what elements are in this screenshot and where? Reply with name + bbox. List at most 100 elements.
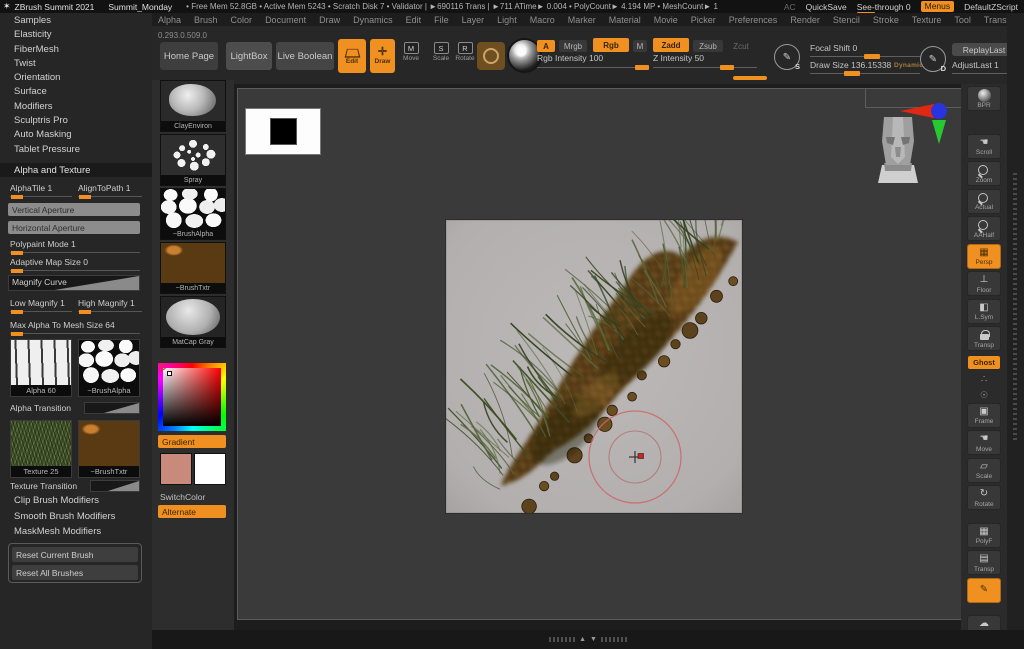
z-intensity-handle[interactable] <box>720 65 734 70</box>
menu-item[interactable]: Material <box>609 15 641 25</box>
shelf-thumbnail[interactable]: Spray <box>160 134 226 186</box>
zcut-toggle[interactable]: Zcut <box>728 40 754 52</box>
right-shelf-button[interactable]: Dynamic <box>964 605 1004 615</box>
menu-item[interactable]: Macro <box>530 15 555 25</box>
alphatile-slider[interactable]: AlphaTile 1 <box>10 183 72 197</box>
palette-section-header[interactable]: Clip Brush Modifiers <box>14 495 115 511</box>
menu-item[interactable]: Stroke <box>873 15 899 25</box>
menu-item[interactable]: Picker <box>691 15 716 25</box>
menu-item[interactable]: Draw <box>319 15 340 25</box>
color-picker[interactable]: C <box>158 363 226 431</box>
menu-item[interactable]: Color <box>231 15 253 25</box>
rgb-toggle[interactable]: Rgb <box>593 38 629 52</box>
right-shelf-button[interactable]: BPR <box>967 86 1001 111</box>
palette-section-header[interactable]: MaskMesh Modifiers <box>14 526 115 542</box>
a-toggle[interactable]: A <box>537 40 555 52</box>
dynamic-draw-size-toggle[interactable]: Dynamic <box>894 62 923 69</box>
alternate-button[interactable]: Alternate <box>158 505 226 518</box>
zadd-toggle[interactable]: Zadd <box>653 38 689 52</box>
palette-section-header[interactable]: Modifiers <box>14 101 80 115</box>
menu-item[interactable]: Movie <box>654 15 678 25</box>
menu-item[interactable]: Dynamics <box>353 15 393 25</box>
right-shelf-button[interactable]: Actual <box>967 189 1001 214</box>
tray-collapse-up[interactable]: ▲ <box>579 636 586 643</box>
right-shelf-button[interactable]: Zoom <box>967 161 1001 186</box>
right-shelf-button[interactable]: SPix 3 <box>967 114 1001 132</box>
right-shelf-button[interactable]: Transp <box>967 326 1001 351</box>
right-shelf-button[interactable]: Move <box>967 430 1001 455</box>
palette-section-header[interactable]: Auto Masking <box>14 129 80 143</box>
zsub-toggle[interactable]: Zsub <box>693 40 723 52</box>
texture-25-thumbnail[interactable]: Texture 25 <box>10 420 72 478</box>
see-through-slider[interactable]: See-through 0 <box>857 2 911 12</box>
draw-size-handle[interactable] <box>844 71 860 76</box>
switch-color-button[interactable]: SwitchColor <box>160 492 205 502</box>
alpha-and-texture-header[interactable]: Alpha and Texture <box>0 163 152 177</box>
palette-section-header[interactable]: Tablet Pressure <box>14 144 80 158</box>
menus-button[interactable]: Menus <box>921 1 955 12</box>
draw-size-slider[interactable]: Draw Size 136.15338 <box>810 60 891 70</box>
focal-shift-slider[interactable]: Focal Shift 0 <box>810 43 857 53</box>
right-shelf-button[interactable]: Frame <box>967 403 1001 428</box>
alpha-transition-curve[interactable] <box>84 402 140 414</box>
aligntopath-slider[interactable]: AlignToPath 1 <box>78 183 142 197</box>
tray-divider-handle[interactable] <box>1013 173 1017 443</box>
right-shelf-button[interactable]: Rotate <box>967 485 1001 510</box>
palette-section-header[interactable]: Samples <box>14 15 80 29</box>
rgb-intensity-slider[interactable]: Rgb Intensity 100 <box>537 53 603 63</box>
rotate-button[interactable]: R Rotate <box>452 42 478 62</box>
menu-item[interactable]: Render <box>790 15 820 25</box>
right-shelf-button[interactable]: Scroll <box>967 134 1001 159</box>
live-boolean-button[interactable]: Live Boolean <box>276 42 334 70</box>
palette-section-header[interactable]: Surface <box>14 86 80 100</box>
tray-collapse-down[interactable]: ▼ <box>590 636 597 643</box>
right-shelf-button[interactable] <box>967 373 1001 388</box>
right-shelf-button[interactable]: Floor <box>967 271 1001 296</box>
gradient-button[interactable]: Gradient <box>158 435 226 448</box>
tray-divider-dots[interactable] <box>549 637 575 642</box>
z-intensity-slider[interactable]: Z Intensity 50 <box>653 53 704 63</box>
shelf-scroll-indicator[interactable] <box>733 76 767 80</box>
lightbox-button[interactable]: LightBox <box>226 42 272 70</box>
palette-section-header[interactable]: Smooth Brush Modifiers <box>14 511 115 527</box>
menu-item[interactable]: Preferences <box>729 15 778 25</box>
axis-orientation-gizmo[interactable] <box>898 99 950 145</box>
menu-item[interactable]: Document <box>265 15 306 25</box>
menu-item[interactable]: Marker <box>568 15 596 25</box>
brush-txtr-thumbnail[interactable]: ~BrushTxtr <box>78 420 140 478</box>
menu-item[interactable]: File <box>434 15 449 25</box>
document-canvas[interactable] <box>446 220 742 513</box>
right-shelf-button[interactable]: PolyF <box>967 523 1001 548</box>
right-shelf-button[interactable]: Line Fill <box>964 513 1004 523</box>
shelf-thumbnail[interactable]: MatCap Gray <box>160 296 226 348</box>
right-shelf-button[interactable]: Transp <box>967 550 1001 575</box>
polypaint-mode-slider[interactable]: Polypaint Mode 1 <box>10 239 140 253</box>
edit-button[interactable]: Edit <box>338 39 366 73</box>
vertical-aperture-button[interactable]: Vertical Aperture <box>8 203 140 216</box>
menu-item[interactable]: Stencil <box>833 15 860 25</box>
high-magnify-slider[interactable]: High Magnify 1 <box>78 298 142 312</box>
replay-curve-button[interactable]: ✎D <box>920 46 946 72</box>
horizontal-aperture-button[interactable]: Horizontal Aperture <box>8 221 140 234</box>
right-shelf-button[interactable] <box>967 578 1001 603</box>
alpha-60-thumbnail[interactable]: Alpha 60 <box>10 339 72 397</box>
palette-section-header[interactable]: Elasticity <box>14 29 80 43</box>
current-alpha-sphere[interactable] <box>509 40 540 71</box>
max-alpha-to-mesh-slider[interactable]: Max Alpha To Mesh Size 64 <box>10 320 140 334</box>
default-zscript-button[interactable]: DefaultZScript <box>964 2 1018 12</box>
texture-transition-curve[interactable] <box>90 480 140 492</box>
palette-section-header[interactable]: FiberMesh <box>14 44 80 58</box>
palette-section-header[interactable]: Twist <box>14 58 80 72</box>
reset-current-brush-button[interactable]: Reset Current Brush <box>12 547 138 562</box>
stroke-button[interactable] <box>477 42 505 70</box>
menu-item[interactable]: Texture <box>912 15 942 25</box>
brush-alpha-thumbnail[interactable]: ~BrushAlpha <box>78 339 140 397</box>
palette-section-header[interactable]: Orientation <box>14 72 80 86</box>
adjust-last-slider[interactable]: AdjustLast 1 <box>952 60 999 70</box>
menu-item[interactable]: Alpha <box>158 15 181 25</box>
right-shelf-button[interactable]: L.Sym <box>967 299 1001 324</box>
magnify-curve-widget[interactable]: Magnify Curve <box>8 275 140 291</box>
quicksave-button[interactable]: QuickSave <box>806 2 847 12</box>
secondary-color-swatch[interactable] <box>194 453 226 485</box>
menu-item[interactable]: Tool <box>954 15 971 25</box>
